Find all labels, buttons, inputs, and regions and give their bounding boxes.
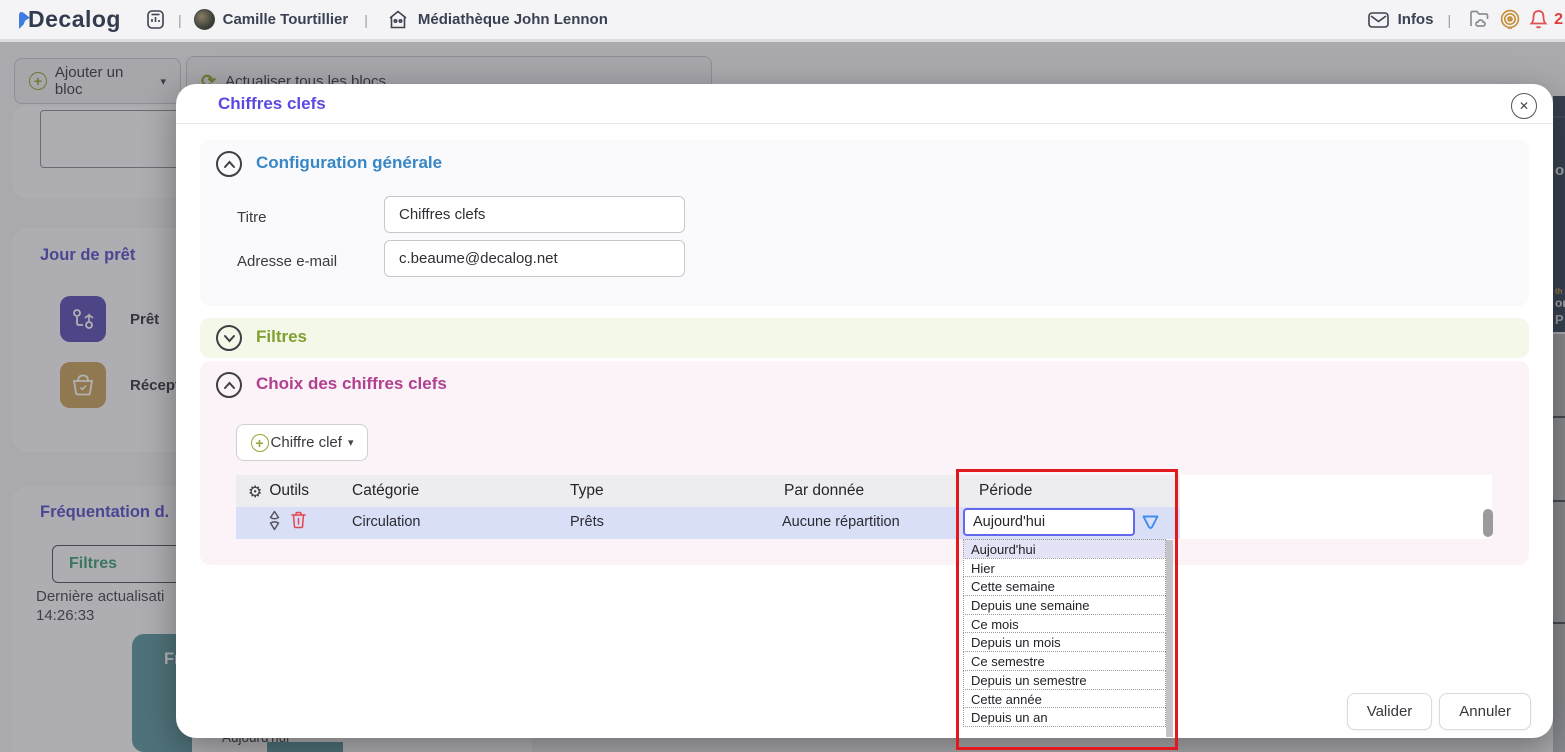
collapse-choix-button[interactable]	[216, 372, 242, 398]
list-scrollbar[interactable]	[1166, 540, 1173, 737]
periode-option[interactable]: Cette semaine	[963, 576, 1166, 597]
delete-row-icon[interactable]	[291, 511, 306, 533]
collapse-config-button[interactable]	[216, 151, 242, 177]
infos-label[interactable]: Infos	[1398, 11, 1434, 28]
broadcast-icon[interactable]	[1499, 9, 1521, 31]
section-title: Choix des chiffres clefs	[256, 374, 447, 393]
gear-icon: ⚙	[248, 481, 263, 501]
top-header: Decalog | Camille Tourtillier | Médiathè…	[0, 0, 1565, 42]
periode-combobox	[963, 508, 1180, 536]
cell-par-donnee: Aucune répartition	[782, 514, 900, 530]
section-choix-chiffres-clefs: Choix des chiffres clefs + Chiffre clef …	[200, 361, 1529, 565]
add-chiffre-clef-button[interactable]: + Chiffre clef ▾	[236, 424, 368, 461]
periode-option[interactable]: Depuis un an	[963, 707, 1166, 727]
titre-input[interactable]	[384, 196, 685, 233]
close-button[interactable]: ✕	[1511, 93, 1537, 119]
periode-option[interactable]: Depuis un semestre	[963, 669, 1166, 690]
decalog-logo[interactable]: Decalog	[16, 6, 121, 33]
separator: |	[177, 11, 182, 28]
expand-filtres-button[interactable]	[216, 325, 242, 351]
periode-options-list: Aujourd'hui Hier Cette semaine Depuis un…	[963, 539, 1173, 737]
close-icon: ✕	[1518, 99, 1530, 113]
plus-icon: +	[250, 433, 269, 452]
chevron-up-icon	[223, 381, 235, 389]
section-title: Filtres	[256, 327, 308, 346]
chevron-up-icon	[223, 160, 235, 168]
section-filtres[interactable]: Filtres	[200, 318, 1529, 358]
library-icon	[388, 10, 408, 29]
user-name[interactable]: Camille Tourtillier	[223, 11, 349, 28]
table-scrollbar-thumb[interactable]	[1483, 509, 1493, 537]
dashboard-icon[interactable]	[147, 10, 164, 29]
notification-bell-icon[interactable]	[1529, 9, 1548, 30]
periode-option[interactable]: Cette année	[963, 688, 1166, 709]
user-avatar[interactable]	[193, 9, 215, 30]
dropdown-toggle-icon[interactable]	[1141, 514, 1160, 531]
app-screen: Decalog | Camille Tourtillier | Médiathè…	[0, 0, 1565, 752]
logo-text: Decalog	[28, 6, 121, 32]
column-categorie: Catégorie	[352, 482, 420, 499]
cell-type: Prêts	[570, 514, 604, 530]
divider	[176, 123, 1553, 124]
email-input[interactable]	[384, 240, 685, 277]
mail-icon[interactable]	[1367, 11, 1389, 28]
validate-button[interactable]: Valider	[1346, 693, 1433, 730]
drag-handle-icon[interactable]	[268, 510, 281, 535]
library-name[interactable]: Médiathèque John Lennon	[418, 11, 608, 28]
periode-option[interactable]: Ce semestre	[963, 651, 1166, 671]
periode-option[interactable]: Ce mois	[963, 613, 1166, 634]
cell-categorie: Circulation	[352, 514, 421, 530]
separator: |	[364, 11, 368, 28]
notification-count: 2	[1554, 10, 1563, 28]
chiffres-clefs-modal: Chiffres clefs ✕ Configuration générale …	[176, 84, 1553, 738]
periode-input[interactable]	[963, 508, 1135, 536]
email-label: Adresse e-mail	[237, 253, 338, 270]
cancel-button[interactable]: Annuler	[1439, 693, 1531, 730]
titre-label: Titre	[237, 209, 267, 226]
column-type: Type	[570, 482, 604, 499]
section-configuration-generale: Configuration générale Titre Adresse e-m…	[200, 140, 1529, 306]
folder-cloud-icon[interactable]	[1469, 10, 1491, 29]
table-row: Circulation Prêts Aucune répartition	[236, 507, 1180, 539]
separator: |	[1447, 11, 1452, 28]
section-title: Configuration générale	[256, 153, 443, 172]
caret-down-icon: ▾	[347, 437, 354, 449]
chiffres-table: ⚙ Outils Catégorie Type Par donnée Pério…	[236, 475, 1492, 539]
column-par-donnee: Par donnée	[784, 482, 865, 499]
periode-option[interactable]: Depuis un mois	[963, 632, 1166, 653]
periode-option[interactable]: Hier	[963, 557, 1166, 578]
chevron-down-icon	[223, 334, 235, 342]
column-periode: Période	[979, 482, 1033, 499]
column-outils: ⚙ Outils	[248, 481, 309, 501]
table-header-row: ⚙ Outils Catégorie Type Par donnée Pério…	[236, 475, 1180, 507]
modal-title: Chiffres clefs	[218, 94, 326, 113]
periode-option[interactable]: Depuis une semaine	[963, 595, 1166, 615]
periode-option[interactable]: Aujourd'hui	[963, 539, 1166, 559]
